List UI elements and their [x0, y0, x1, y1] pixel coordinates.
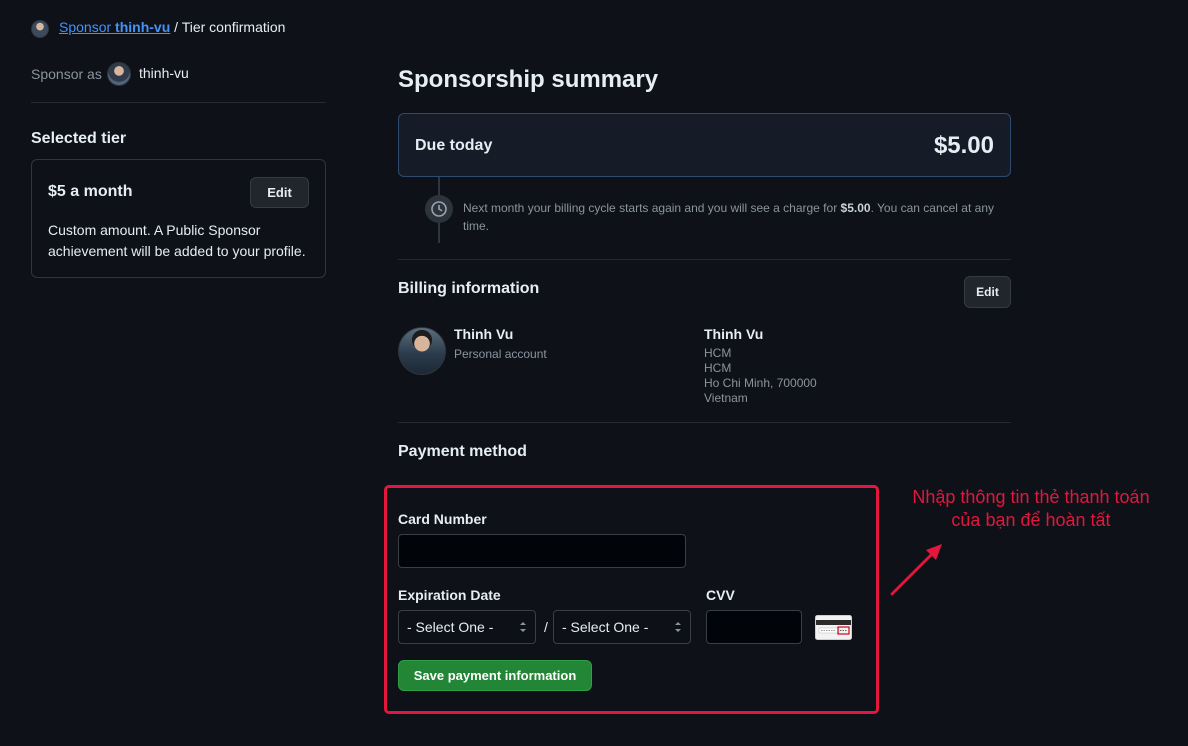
address-line: HCM — [704, 346, 732, 360]
breadcrumb-separator: / — [174, 19, 179, 35]
breadcrumb-sponsor-link[interactable]: Sponsor thinh-vu — [59, 19, 170, 35]
address-line: Ho Chi Minh, 700000 — [704, 376, 817, 390]
breadcrumb-current: Tier confirmation — [181, 19, 286, 35]
selected-tier-heading: Selected tier — [31, 130, 127, 147]
breadcrumb-link-prefix[interactable]: Sponsor — [59, 19, 111, 35]
sponsor-username: thinh-vu — [139, 65, 189, 81]
due-today-box: Due today $5.00 — [398, 113, 1011, 177]
due-today-amount: $5.00 — [933, 132, 994, 159]
left-divider — [31, 102, 326, 103]
selected-tier-card: $5 a month Edit Custom amount. A Public … — [31, 159, 326, 278]
address-block: HCM HCM Ho Chi Minh, 700000 Vietnam — [704, 346, 817, 406]
due-today-label: Due today — [415, 137, 493, 154]
tier-title: $5 a month — [48, 183, 133, 200]
tier-edit-button[interactable]: Edit — [250, 177, 309, 208]
clock-icon — [425, 195, 453, 223]
account-name: Thinh Vu — [454, 326, 514, 342]
sponsor-as-label: Sponsor as — [31, 66, 102, 82]
breadcrumb-link-user[interactable]: thinh-vu — [115, 19, 170, 35]
payment-heading: Payment method — [398, 443, 527, 460]
billing-heading: Billing information — [398, 280, 540, 297]
sponsor-avatar — [107, 62, 131, 86]
annotation-note: Nhập thông tin thẻ thanh toán của bạn để… — [912, 487, 1150, 530]
account-avatar — [398, 327, 446, 375]
org-avatar[interactable] — [31, 20, 49, 38]
billing-edit-button[interactable]: Edit — [964, 276, 1011, 308]
summary-divider — [398, 259, 1011, 260]
billing-divider — [398, 422, 1011, 423]
billing-cycle-note: Next month your billing cycle starts aga… — [463, 199, 998, 235]
note-amount: $5.00 — [840, 201, 871, 215]
annotation-arrow-icon — [890, 544, 942, 596]
address-line: HCM — [704, 361, 732, 375]
summary-heading: Sponsorship summary — [398, 66, 659, 93]
address-name: Thinh Vu — [704, 326, 764, 342]
account-type: Personal account — [454, 347, 547, 361]
address-line: Vietnam — [704, 391, 748, 405]
tier-description: Custom amount. A Public Sponsor achievem… — [48, 222, 306, 259]
breadcrumb: Sponsor thinh-vu / Tier confirmation — [59, 19, 285, 36]
payment-highlight-box — [384, 485, 879, 714]
note-prefix: Next month your billing cycle starts aga… — [463, 201, 838, 215]
